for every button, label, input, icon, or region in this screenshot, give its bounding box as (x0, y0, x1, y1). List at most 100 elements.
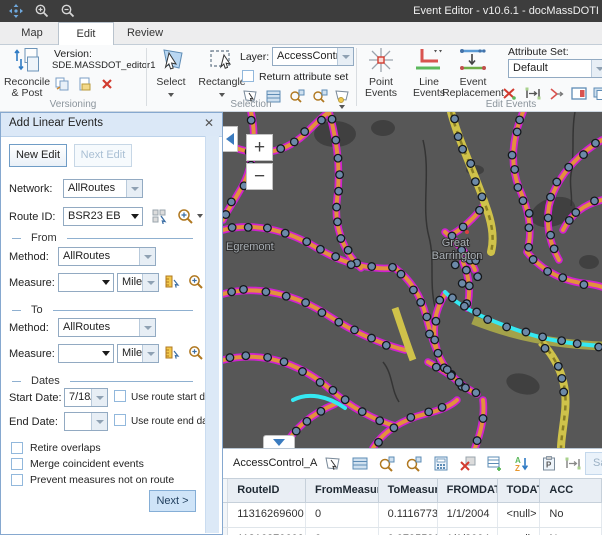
map-event-point[interactable] (332, 253, 340, 261)
map-event-point[interactable] (525, 210, 533, 218)
column-header[interactable]: ToMeasure (379, 479, 438, 502)
from-unit-combo[interactable]: Miles (117, 273, 159, 292)
tab-map[interactable]: Map (6, 22, 58, 44)
map-event-point[interactable] (335, 187, 343, 195)
map-event-point[interactable] (264, 224, 272, 232)
map-event-point[interactable] (303, 418, 311, 426)
network-combo-arrow[interactable] (126, 180, 142, 197)
map-event-point[interactable] (280, 358, 288, 366)
map-event-point[interactable] (226, 354, 234, 362)
map-event-point[interactable] (344, 246, 352, 254)
map-event-point[interactable] (573, 340, 581, 348)
use-route-start-date-checkbox[interactable] (114, 390, 126, 402)
route-id-combo[interactable]: BSR23 EB (63, 207, 143, 226)
map-event-point[interactable] (434, 349, 442, 357)
map-event-point[interactable] (303, 238, 311, 246)
map-event-point[interactable] (503, 323, 511, 331)
to-measure-combo[interactable] (58, 344, 114, 363)
map-event-point[interactable] (580, 151, 588, 159)
map-event-point[interactable] (467, 160, 475, 168)
panel-scrollbar[interactable] (205, 136, 219, 533)
map-event-point[interactable] (397, 270, 405, 278)
map-event-point[interactable] (553, 178, 561, 186)
map-event-point[interactable] (462, 384, 470, 392)
tab-edit[interactable]: Edit (58, 22, 114, 45)
map-event-point[interactable] (514, 184, 522, 192)
map-event-point[interactable] (228, 198, 236, 206)
map-event-point[interactable] (438, 404, 446, 412)
map-event-point[interactable] (228, 224, 236, 232)
map-event-point[interactable] (566, 217, 574, 225)
map-event-point[interactable] (375, 439, 383, 447)
from-method-combo[interactable]: AllRoutes (58, 247, 156, 266)
version-changes-icon[interactable] (54, 76, 71, 92)
map-event-point[interactable] (291, 138, 299, 146)
map-event-point[interactable] (302, 299, 310, 307)
new-version-icon[interactable] (76, 76, 93, 92)
map-event-point[interactable] (478, 193, 486, 201)
collapse-table-button[interactable] (263, 435, 295, 448)
end-date-combo[interactable] (64, 412, 108, 431)
from-measure-on-map-icon[interactable] (164, 273, 181, 289)
map-event-point[interactable] (264, 354, 272, 362)
map-viewport[interactable]: Egremont Great Barrington + − (223, 112, 602, 448)
select-button[interactable]: Select (150, 47, 192, 100)
map-event-point[interactable] (336, 171, 344, 179)
route-id-combo-arrow[interactable] (128, 208, 142, 225)
map-event-point[interactable] (451, 115, 459, 123)
select-route-on-map-icon[interactable] (151, 208, 168, 224)
map-event-point[interactable] (547, 231, 555, 239)
map-event-point[interactable] (358, 408, 366, 416)
zoom-out-icon[interactable] (58, 3, 78, 19)
map-event-point[interactable] (511, 166, 519, 174)
map-event-point[interactable] (376, 417, 384, 425)
zoom-to-route-icon[interactable] (177, 208, 194, 224)
map-event-point[interactable] (458, 280, 466, 288)
option-checkbox[interactable] (11, 474, 23, 486)
map-event-point[interactable] (449, 294, 457, 302)
table-show-selected-icon[interactable] (350, 454, 369, 473)
map-event-point[interactable] (461, 302, 469, 310)
map-event-point[interactable] (473, 308, 481, 316)
map-event-point[interactable] (565, 163, 573, 171)
map-event-point[interactable] (529, 256, 537, 264)
map-event-point[interactable] (591, 197, 599, 205)
reconcile-post-button[interactable]: Reconcile & Post (2, 47, 52, 99)
column-header[interactable]: RouteID (228, 479, 306, 502)
map-event-point[interactable] (223, 211, 230, 219)
map-event-point[interactable] (472, 178, 480, 186)
map-event-point[interactable] (592, 139, 600, 147)
map-event-point[interactable] (547, 193, 555, 201)
next-edit-button[interactable]: Next Edit (74, 144, 132, 167)
map-event-point[interactable] (389, 264, 397, 272)
table-calculator-icon[interactable] (431, 454, 450, 473)
start-date-combo[interactable]: 7/18/ (64, 388, 108, 407)
column-header[interactable]: TODATE (498, 479, 541, 502)
map-event-point[interactable] (368, 334, 376, 342)
map-event-point[interactable] (390, 424, 398, 432)
map-event-point[interactable] (431, 336, 439, 344)
map-event-point[interactable] (558, 337, 566, 345)
map-event-point[interactable] (572, 209, 580, 217)
new-edit-button[interactable]: New Edit (9, 144, 67, 167)
table-move-measure-icon[interactable] (563, 454, 582, 473)
next-button[interactable]: Next > (149, 490, 196, 512)
layer-combo-arrow[interactable] (337, 48, 353, 65)
map-event-point[interactable] (550, 245, 558, 253)
to-zoom-icon[interactable] (187, 344, 204, 360)
map-event-point[interactable] (463, 266, 471, 274)
map-event-point[interactable] (317, 246, 325, 254)
map-event-point[interactable] (262, 288, 270, 296)
map-event-point[interactable] (347, 261, 355, 269)
to-unit-combo[interactable]: Miles (117, 344, 159, 363)
map-event-point[interactable] (292, 427, 300, 435)
map-event-point[interactable] (425, 408, 433, 416)
map-event-point[interactable] (454, 133, 462, 141)
collapse-panel-button[interactable] (223, 126, 238, 152)
map-event-point[interactable] (580, 281, 588, 289)
map-event-point[interactable] (318, 116, 326, 124)
map-event-point[interactable] (318, 309, 326, 317)
attribute-set-combo-arrow[interactable] (591, 60, 602, 77)
map-event-point[interactable] (368, 263, 376, 271)
map-event-point[interactable] (436, 296, 444, 304)
